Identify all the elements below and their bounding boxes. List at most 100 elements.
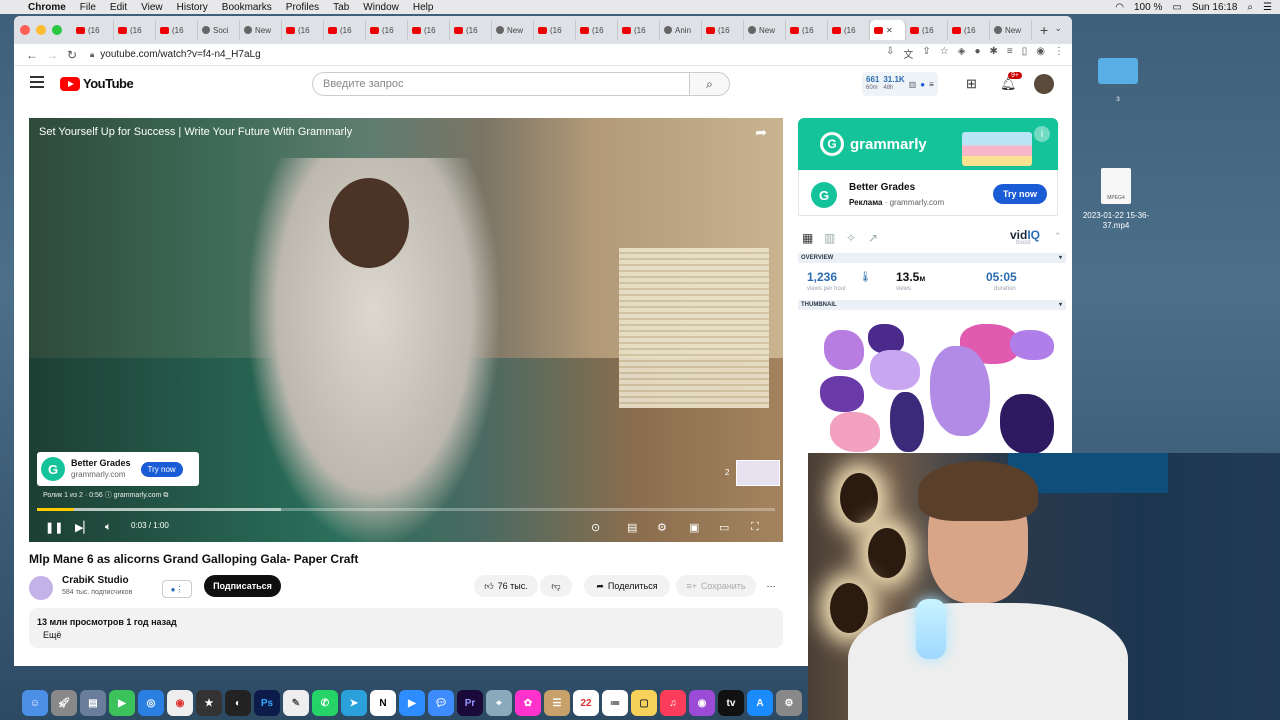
new-tab-button[interactable]: + — [1040, 22, 1048, 38]
vidiq-menu-icon[interactable]: ≡ — [929, 80, 934, 89]
menu-bookmarks[interactable]: Bookmarks — [222, 2, 272, 13]
channel-avatar[interactable] — [29, 576, 53, 600]
menu-file[interactable]: File — [80, 2, 96, 13]
tab-active[interactable]: ✕ — [870, 20, 906, 40]
music-icon[interactable]: ♫ — [660, 690, 686, 716]
next-icon[interactable]: ▶▏ — [75, 521, 92, 534]
tab-close-icon[interactable]: ✕ — [886, 26, 893, 35]
browser-tab-18[interactable]: (16 — [828, 20, 870, 40]
browser-tab-after-1[interactable]: (16 — [948, 20, 990, 40]
browser-tab-13[interactable]: (16 — [618, 20, 660, 40]
forward-button[interactable]: → — [42, 48, 62, 62]
apple-tv-icon[interactable]: tv — [718, 690, 744, 716]
obs-icon[interactable]: ◐ — [225, 690, 251, 716]
battery-text[interactable]: 100 % — [1134, 2, 1162, 13]
browser-tab-5[interactable]: (16 — [282, 20, 324, 40]
clock[interactable]: Sun 16:18 — [1192, 2, 1238, 13]
browser-tab-16[interactable]: New — [744, 20, 786, 40]
vidiq-chart-icon[interactable]: ▥ — [909, 80, 917, 89]
collapse-icon[interactable]: ⌃ — [1054, 231, 1062, 242]
browser-tab-10[interactable]: New — [492, 20, 534, 40]
minimize-window-button[interactable] — [36, 25, 46, 35]
install-icon[interactable]: ⇩ — [886, 46, 894, 61]
info-icon[interactable]: ⓘ — [105, 492, 112, 499]
desktop-folder-icon[interactable] — [1098, 58, 1138, 84]
address-bar[interactable]: 🔒︎ youtube.com/watch?v=f4-n4_H7aLg — [90, 49, 261, 60]
miniplayer-icon[interactable]: ▣ — [689, 521, 699, 534]
messages-icon[interactable]: 💬︎ — [428, 690, 454, 716]
finder-icon[interactable]: ☺ — [22, 690, 48, 716]
calendar-icon[interactable]: 22 — [573, 690, 599, 716]
extensions-puzzle-icon[interactable]: ✱ — [990, 46, 998, 61]
maps-icon[interactable]: ⌖ — [486, 690, 512, 716]
translate-icon[interactable]: 文 — [903, 46, 913, 61]
profile-icon[interactable]: ◉ — [1036, 46, 1045, 61]
overview-section-header[interactable]: OVERVIEW ▾ — [798, 253, 1066, 263]
imovie-icon[interactable]: ★ — [196, 690, 222, 716]
autoplay-toggle-icon[interactable]: ⊙ — [591, 521, 600, 534]
settings-gear-icon[interactable]: ⚙ — [657, 521, 667, 534]
player-share-icon[interactable]: ➦ — [755, 124, 767, 141]
wifi-icon[interactable]: ◠ — [1115, 2, 1124, 13]
menu-tab[interactable]: Tab — [333, 2, 349, 13]
next-video-thumbnail[interactable] — [736, 460, 780, 486]
youtube-logo[interactable]: YouTube — [60, 76, 134, 91]
url-text[interactable]: youtube.com/watch?v=f4-n4_H7aLg — [100, 49, 260, 60]
vidiq-header-stats[interactable]: 661 60m 31.1K 48h ▥ ● ≡ — [862, 72, 938, 96]
sidebar-ad-banner[interactable]: Ggrammarly i — [798, 118, 1058, 170]
menu-profiles[interactable]: Profiles — [286, 2, 319, 13]
dislike-button[interactable]: 👎︎ — [540, 575, 572, 597]
vidiq-stats-icon[interactable]: ▥ — [824, 231, 835, 245]
ad-info-domain[interactable]: grammarly.com — [114, 492, 162, 499]
pause-icon[interactable]: ❚❚ — [45, 521, 63, 534]
browser-tab-7[interactable]: (16 — [366, 20, 408, 40]
notes-icon[interactable]: ✎ — [283, 690, 309, 716]
stickies-icon[interactable]: ▢ — [631, 690, 657, 716]
ad-info-icon[interactable]: i — [1034, 126, 1050, 142]
reminders-icon[interactable]: ≔ — [602, 690, 628, 716]
browser-tab-1[interactable]: (16 — [114, 20, 156, 40]
desktop-video-file-icon[interactable]: MPEG4 — [1101, 168, 1131, 204]
hamburger-menu-icon[interactable] — [30, 76, 44, 88]
menu-help[interactable]: Help — [413, 2, 434, 13]
telegram-icon[interactable]: ➤ — [341, 690, 367, 716]
browser-tab-9[interactable]: (16 — [450, 20, 492, 40]
save-button[interactable]: ≡+ Сохранить — [676, 575, 756, 597]
browser-tab-after-0[interactable]: (16 — [906, 20, 948, 40]
browser-tab-2[interactable]: (16 — [156, 20, 198, 40]
browser-tab-11[interactable]: (16 — [534, 20, 576, 40]
player-ad-try-button[interactable]: Try now — [140, 461, 183, 477]
subtitles-icon[interactable]: ▤ — [627, 521, 637, 534]
video-thumbnail-image[interactable] — [810, 320, 1055, 457]
browser-tab-6[interactable]: (16 — [324, 20, 366, 40]
vidiq-logo-icon[interactable]: ● — [920, 80, 925, 89]
browser-tab-3[interactable]: Soci — [198, 20, 240, 40]
share-icon[interactable]: ⇪ — [922, 46, 930, 61]
subscribe-button[interactable]: Подписаться — [204, 575, 281, 597]
lock-icon[interactable]: 🔒︎ — [90, 50, 94, 60]
chrome-icon[interactable]: ◉ — [167, 690, 193, 716]
app-store-icon[interactable]: A — [747, 690, 773, 716]
facetime-icon[interactable]: ▶ — [109, 690, 135, 716]
preview-icon[interactable]: ▤ — [80, 690, 106, 716]
zoom-window-button[interactable] — [52, 25, 62, 35]
player-video-title[interactable]: Set Yourself Up for Success | Write Your… — [39, 126, 352, 138]
kebab-menu-icon[interactable]: ⋮ — [1054, 46, 1064, 61]
control-center-icon[interactable]: ☰ — [1263, 2, 1272, 13]
safari-icon[interactable]: ◎ — [138, 690, 164, 716]
podcasts-icon[interactable]: ◉ — [689, 690, 715, 716]
browser-tab-4[interactable]: New — [240, 20, 282, 40]
progress-bar[interactable] — [37, 508, 775, 511]
theater-mode-icon[interactable]: ▭ — [719, 521, 729, 534]
show-more-link[interactable]: Ещё — [37, 629, 775, 642]
avatar[interactable] — [1034, 74, 1054, 94]
browser-tab-15[interactable]: (16 — [702, 20, 744, 40]
share-button[interactable]: ➦ Поделиться — [584, 575, 670, 597]
volume-icon[interactable]: 🔈︎ — [105, 521, 112, 534]
fullscreen-icon[interactable]: ⛶ — [751, 521, 759, 534]
browser-tab-17[interactable]: (16 — [786, 20, 828, 40]
twitter-icon[interactable]: ✧ — [846, 231, 856, 245]
trend-icon[interactable]: ↗ — [868, 231, 878, 245]
external-link-icon[interactable]: ⧉ — [163, 492, 168, 499]
menu-history[interactable]: History — [177, 2, 208, 13]
